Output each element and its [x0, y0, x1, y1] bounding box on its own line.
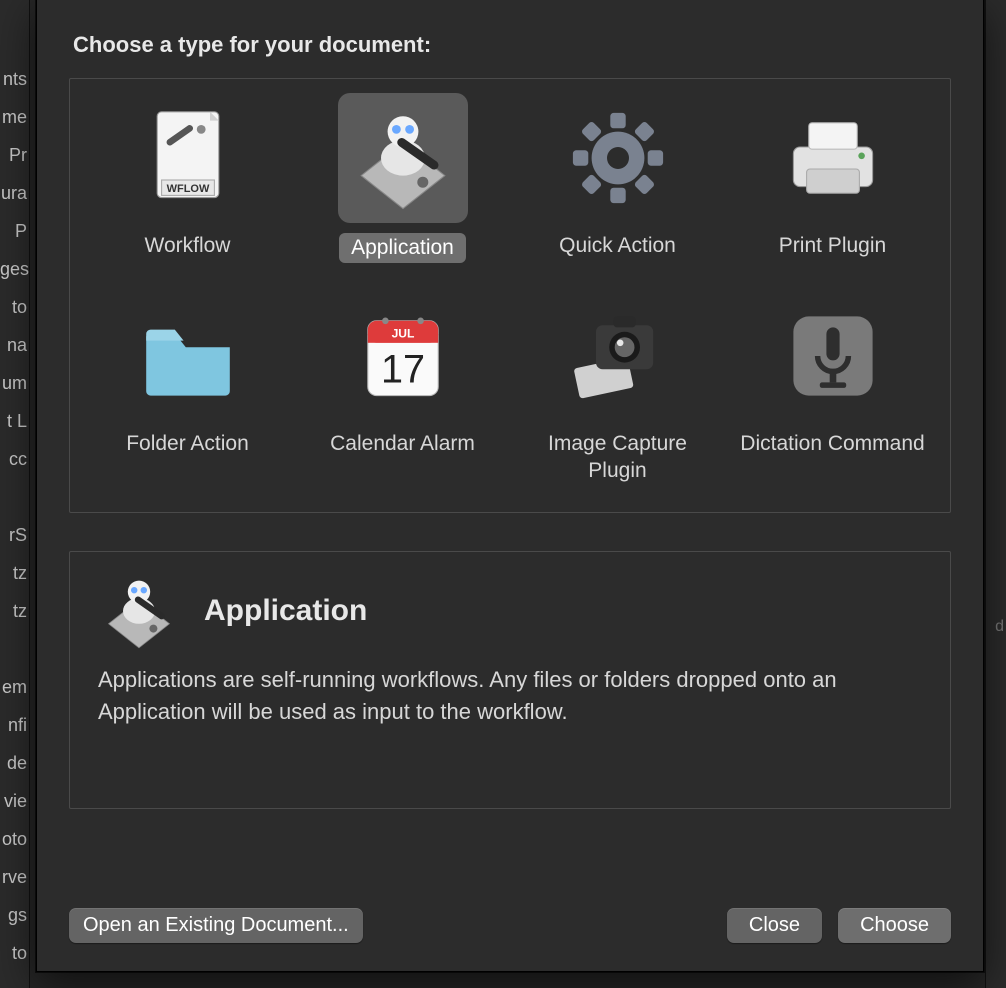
selected-type-description-box: Application Applications are self-runnin… — [69, 551, 951, 809]
workflow-icon: WFLOW — [123, 93, 253, 223]
document-type-image-capture[interactable]: Image Capture Plugin — [510, 291, 725, 484]
background-sidebar-text: ges — [0, 250, 29, 288]
background-right-text: d — [995, 618, 1004, 636]
document-type-label: Application — [339, 233, 466, 263]
open-existing-document-button[interactable]: Open an Existing Document... — [69, 908, 363, 943]
document-type-workflow[interactable]: WFLOW Workflow — [80, 93, 295, 263]
background-sidebar-text: rS — [0, 516, 29, 554]
selected-type-icon — [94, 576, 184, 646]
svg-text:WFLOW: WFLOW — [166, 183, 209, 195]
background-sidebar-text: cc — [0, 440, 29, 478]
dialog-button-row: Open an Existing Document... Close Choos… — [69, 908, 951, 943]
background-sidebar-text: me — [0, 98, 29, 136]
document-type-dictation[interactable]: Dictation Command — [725, 291, 940, 484]
document-type-application[interactable]: Application — [295, 93, 510, 263]
choose-button[interactable]: Choose — [838, 908, 951, 943]
background-sidebar-text: vie — [0, 782, 29, 820]
background-sidebar-text: P — [0, 212, 29, 250]
background-sidebar-text: to — [0, 934, 29, 972]
document-type-folder-action[interactable]: Folder Action — [80, 291, 295, 484]
background-sidebar-text: na — [0, 326, 29, 364]
folder-icon — [123, 291, 253, 421]
background-sidebar-text: de — [0, 744, 29, 782]
background-sidebar-text: em — [0, 668, 29, 706]
background-right-fragment: d — [985, 0, 1006, 988]
automator-icon — [338, 93, 468, 223]
document-type-label: Workflow — [145, 233, 231, 259]
document-types-grid: WFLOW Workflow Application Quick Action … — [69, 78, 951, 513]
camera-icon — [553, 291, 683, 421]
dialog-prompt: Choose a type for your document: — [73, 32, 951, 58]
calendar-icon: JUL 17 — [338, 291, 468, 421]
background-sidebar-text: tz — [0, 592, 29, 630]
selected-type-description: Applications are self-running workflows.… — [98, 664, 922, 728]
background-sidebar-text: gs — [0, 896, 29, 934]
background-sidebar-text: t L — [0, 402, 29, 440]
background-sidebar-text: nts — [0, 60, 29, 98]
document-type-label: Folder Action — [126, 431, 249, 457]
close-button[interactable]: Close — [727, 908, 822, 943]
background-sidebar-text: tz — [0, 554, 29, 592]
background-sidebar-text: Pr — [0, 136, 29, 174]
document-type-print-plugin[interactable]: Print Plugin — [725, 93, 940, 263]
new-document-dialog: Choose a type for your document: WFLOW W… — [36, 0, 984, 972]
background-sidebar-text: to — [0, 288, 29, 326]
document-type-calendar-alarm[interactable]: JUL 17 Calendar Alarm — [295, 291, 510, 484]
background-sidebar-text: rve — [0, 858, 29, 896]
document-type-label: Dictation Command — [740, 431, 924, 457]
background-sidebar-text — [0, 630, 29, 668]
document-type-label: Print Plugin — [779, 233, 886, 259]
microphone-icon — [768, 291, 898, 421]
document-type-label: Calendar Alarm — [330, 431, 475, 457]
background-sidebar-fragment: ntsmePruraPgestonaumt LccrStztzemnfidevi… — [0, 0, 30, 988]
svg-text:JUL: JUL — [391, 327, 414, 341]
background-sidebar-text: nfi — [0, 706, 29, 744]
background-sidebar-text: um — [0, 364, 29, 402]
background-sidebar-text: ura — [0, 174, 29, 212]
svg-text:17: 17 — [380, 348, 424, 392]
document-type-label: Image Capture Plugin — [518, 431, 718, 484]
document-type-label: Quick Action — [559, 233, 676, 259]
background-sidebar-text — [0, 478, 29, 516]
document-type-quick-action[interactable]: Quick Action — [510, 93, 725, 263]
background-sidebar-text: oto — [0, 820, 29, 858]
selected-type-title: Application — [204, 594, 367, 628]
printer-icon — [768, 93, 898, 223]
gear-icon — [553, 93, 683, 223]
